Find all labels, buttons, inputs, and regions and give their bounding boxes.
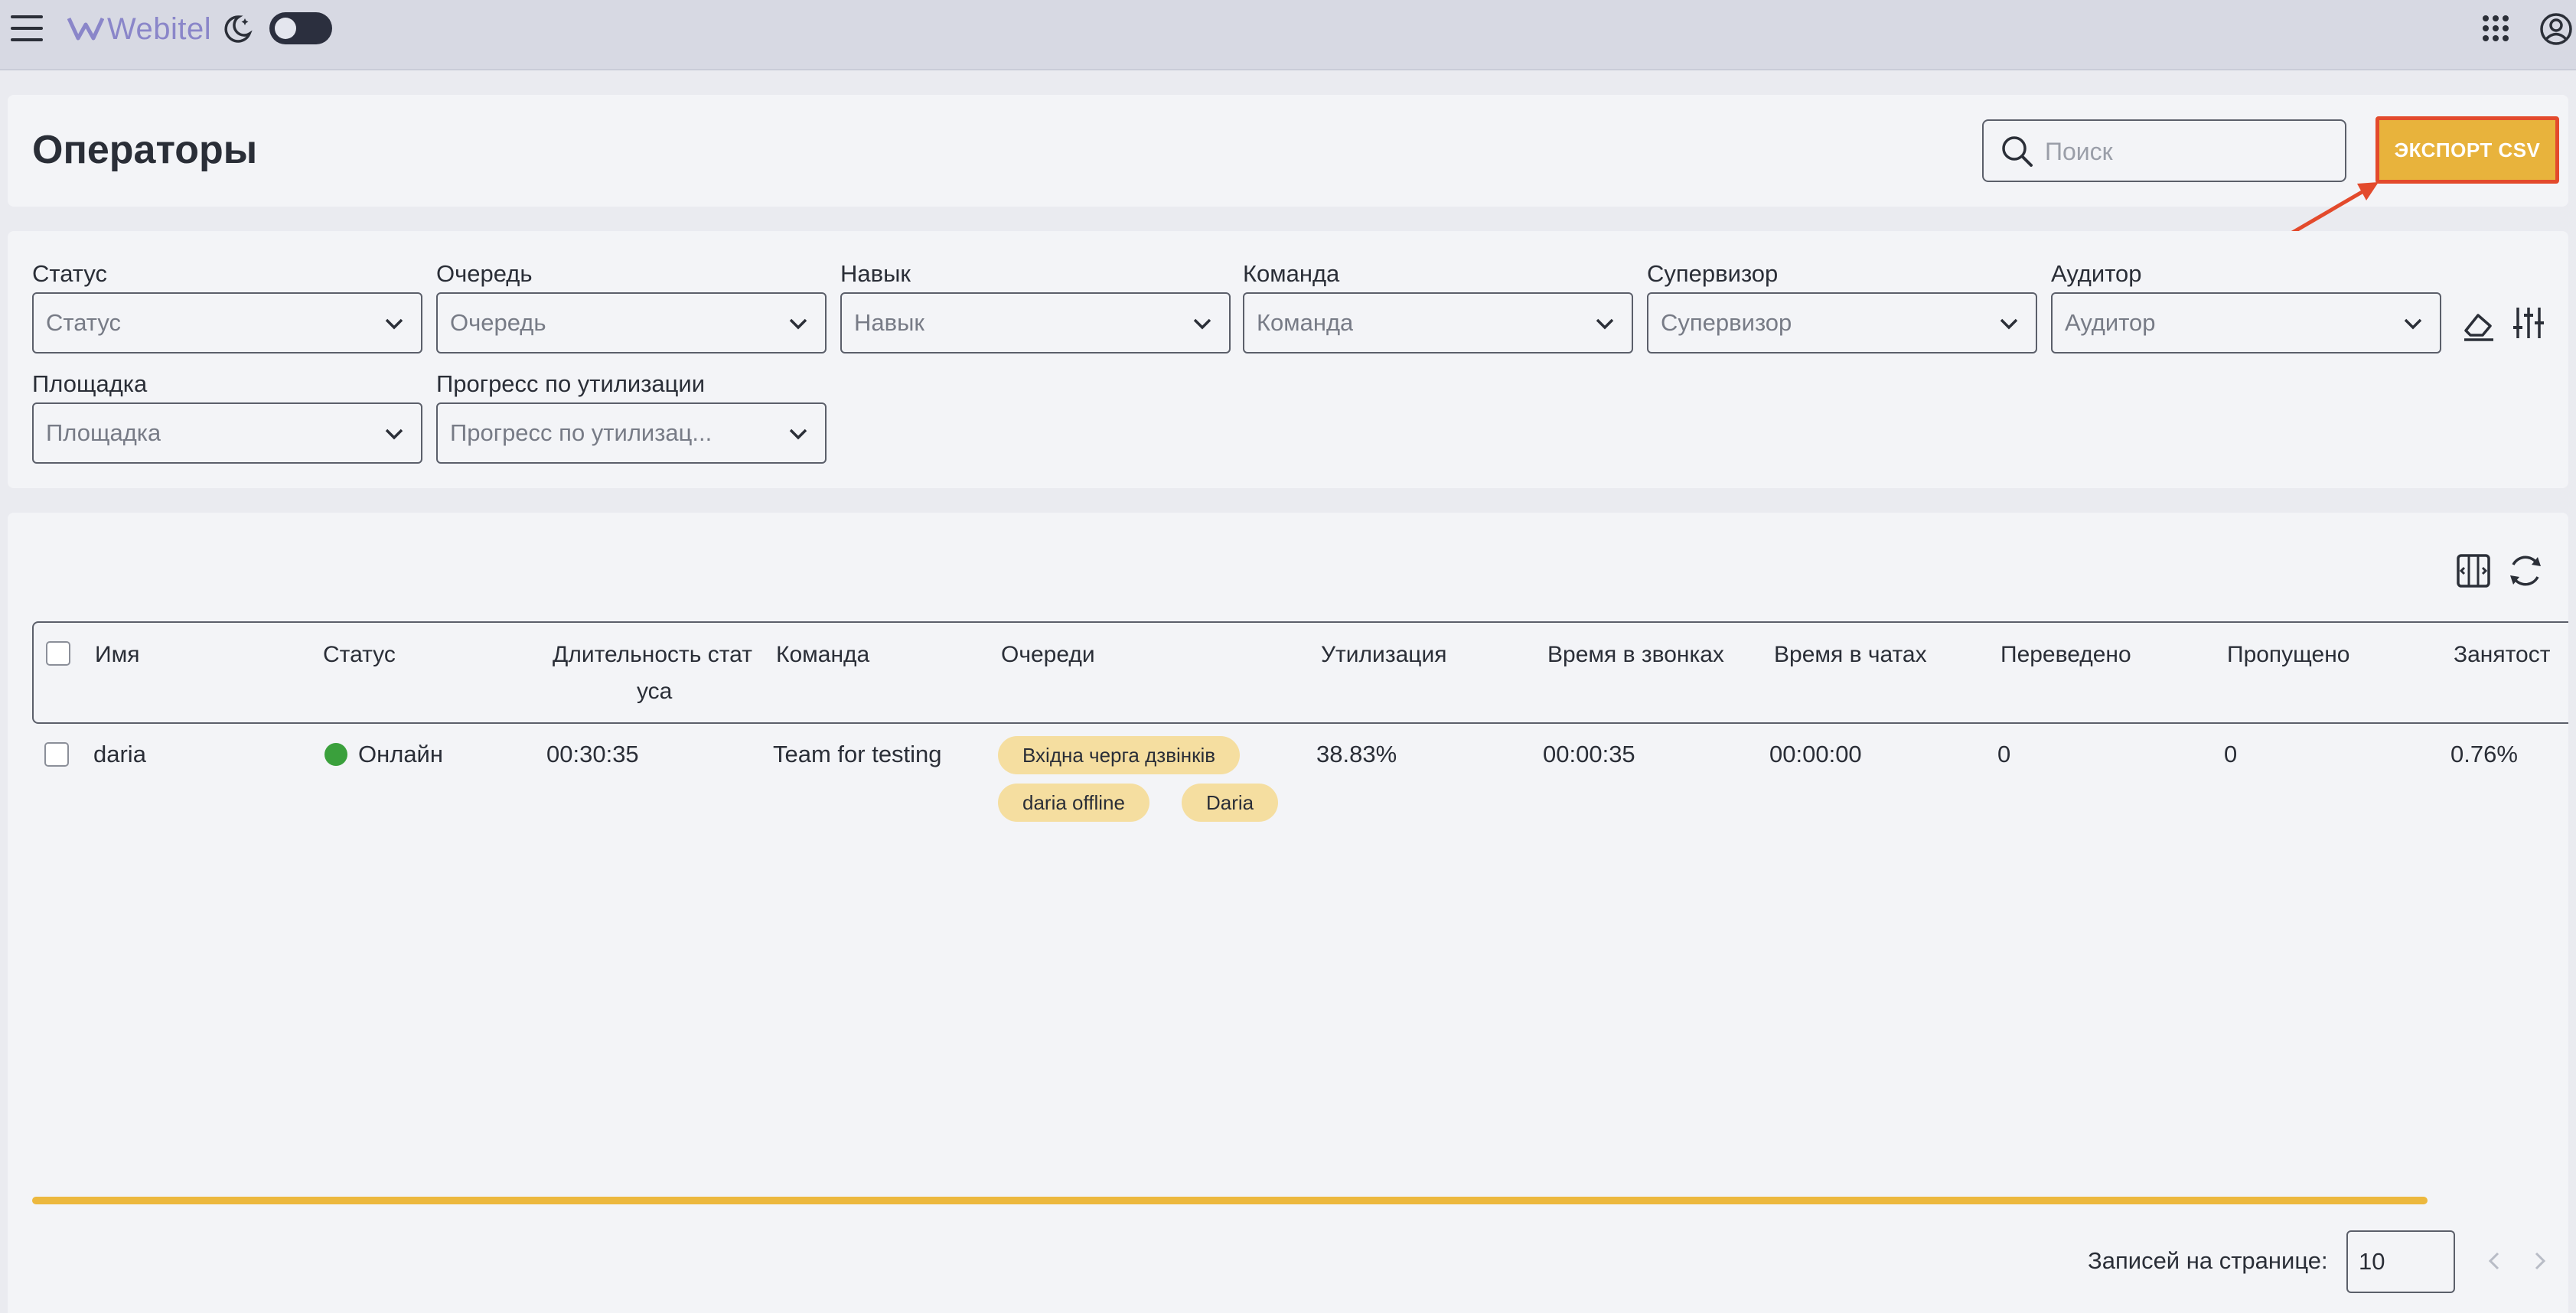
cell-missed: 0 — [2224, 741, 2238, 767]
filter-label: Статус — [32, 260, 107, 287]
filter-queue-select[interactable]: Очередь — [436, 292, 827, 354]
filter-site-select[interactable]: Площадка — [32, 402, 422, 464]
filter-auditor: Аудитор Аудитор — [2051, 257, 2441, 354]
column-header-transferred[interactable]: Переведено — [2000, 637, 2131, 673]
filter-placeholder: Площадка — [46, 419, 161, 446]
filter-label: Прогресс по утилизации — [436, 370, 706, 397]
apps-grid-icon[interactable] — [2483, 15, 2509, 41]
filter-utilization-progress: Прогресс по утилизации Прогресс по утили… — [436, 367, 827, 464]
filter-status-select[interactable]: Статус — [32, 292, 422, 354]
table-header: Имя Статус Длительность стат уса Команда… — [32, 621, 2568, 724]
column-header-occupancy[interactable]: Занятост — [2454, 637, 2550, 673]
chevron-down-icon — [1193, 318, 1211, 330]
cell-status: Онлайн — [324, 736, 443, 773]
eraser-icon[interactable] — [2461, 308, 2496, 343]
refresh-icon[interactable] — [2506, 551, 2545, 591]
filter-placeholder: Навык — [854, 309, 924, 336]
column-settings-icon[interactable] — [2455, 552, 2492, 589]
filter-label: Площадка — [32, 370, 148, 397]
filter-label: Супервизор — [1647, 260, 1779, 287]
app-logo[interactable]: Webitel — [67, 11, 211, 47]
filter-placeholder: Статус — [46, 309, 121, 336]
filter-placeholder: Команда — [1257, 309, 1354, 336]
filter-placeholder: Очередь — [450, 309, 546, 336]
column-header-missed[interactable]: Пропущено — [2227, 637, 2349, 673]
export-csv-button[interactable]: ЭКСПОРТ CSV — [2375, 116, 2559, 184]
filter-utilization-select[interactable]: Прогресс по утилизац... — [436, 402, 827, 464]
search-box[interactable] — [1982, 119, 2346, 182]
filter-skill: Навык Навык — [840, 257, 1231, 354]
filters-panel: Статус Статус Очередь Очередь Навык Навы… — [8, 231, 2568, 488]
select-all-checkbox[interactable] — [46, 641, 70, 666]
page-title: Операторы — [32, 128, 258, 172]
filter-label: Аудитор — [2051, 260, 2142, 287]
cell-status-duration: 00:30:35 — [546, 741, 639, 767]
row-checkbox[interactable] — [44, 742, 69, 767]
column-header-name[interactable]: Имя — [95, 637, 139, 673]
webitel-logo-icon — [67, 17, 104, 41]
sliders-icon[interactable] — [2512, 305, 2545, 341]
chevron-left-icon[interactable] — [2481, 1247, 2509, 1275]
moon-icon — [224, 15, 253, 43]
column-header-text: Длительность стат — [553, 642, 752, 667]
filter-auditor-select[interactable]: Аудитор — [2051, 292, 2441, 354]
column-header-queues[interactable]: Очереди — [1001, 637, 1095, 673]
filter-placeholder: Прогресс по утилизац... — [450, 419, 712, 446]
table-panel: Имя Статус Длительность стат уса Команда… — [8, 513, 2568, 1313]
queue-chip: Daria — [1182, 784, 1279, 822]
rows-per-page-input[interactable] — [2346, 1230, 2455, 1293]
filter-skill-select[interactable]: Навык — [840, 292, 1231, 354]
filter-queue: Очередь Очередь — [436, 257, 827, 354]
chevron-down-icon — [385, 318, 403, 330]
filter-label: Навык — [840, 260, 911, 287]
chevron-down-icon — [789, 318, 807, 330]
column-header-chat-time[interactable]: Время в чатах — [1774, 637, 1927, 673]
cell-utilization: 38.83% — [1316, 741, 1397, 767]
filter-placeholder: Супервизор — [1661, 309, 1792, 336]
chevron-down-icon — [789, 428, 807, 440]
filter-placeholder: Аудитор — [2065, 309, 2156, 336]
status-online-dot — [324, 743, 347, 766]
search-icon — [2002, 136, 2033, 167]
filter-team: Команда Команда — [1243, 257, 1633, 354]
account-icon[interactable] — [2539, 12, 2573, 46]
cell-chat-time: 00:00:00 — [1769, 741, 1862, 767]
chevron-right-icon[interactable] — [2525, 1247, 2553, 1275]
column-header-team[interactable]: Команда — [776, 637, 869, 673]
cell-transferred: 0 — [1997, 741, 2011, 767]
column-header-call-time[interactable]: Время в звонках — [1547, 637, 1724, 673]
queue-chip: daria offline — [998, 784, 1149, 822]
chevron-down-icon — [1596, 318, 1614, 330]
cell-name[interactable]: daria — [93, 736, 146, 773]
status-text: Онлайн — [358, 741, 443, 767]
chevron-down-icon — [2404, 318, 2422, 330]
filter-site: Площадка Площадка — [32, 367, 422, 464]
toggle-knob — [275, 18, 296, 39]
column-header-utilization[interactable]: Утилизация — [1321, 637, 1446, 673]
search-input[interactable] — [2045, 132, 2328, 171]
filter-label: Команда — [1243, 260, 1340, 287]
menu-icon[interactable] — [11, 15, 43, 41]
filter-supervisor-select[interactable]: Супервизор — [1647, 292, 2037, 354]
filter-team-select[interactable]: Команда — [1243, 292, 1633, 354]
cell-team: Team for testing — [773, 741, 942, 767]
rows-per-page-label: Записей на странице: — [2088, 1247, 2328, 1274]
column-header-text: уса — [637, 679, 673, 704]
column-header-status[interactable]: Статус — [323, 637, 396, 673]
top-bar: Webitel — [0, 0, 2576, 70]
queue-chip: Вхідна черга дзвінків — [998, 736, 1241, 774]
horizontal-scrollbar[interactable] — [32, 1197, 2428, 1204]
cell-occupancy: 0.76% — [2450, 741, 2518, 767]
chevron-down-icon — [2000, 318, 2018, 330]
app-brand: Webitel — [107, 11, 212, 46]
header-panel: Операторы ЭКСПОРТ CSV — [8, 95, 2568, 207]
theme-toggle[interactable] — [269, 12, 332, 44]
filter-label: Очередь — [436, 260, 533, 287]
chevron-down-icon — [385, 428, 403, 440]
filter-supervisor: Супервизор Супервизор — [1647, 257, 2037, 354]
column-header-status-duration[interactable]: Длительность стат уса — [553, 637, 752, 710]
filter-status: Статус Статус — [32, 257, 422, 354]
cell-call-time: 00:00:35 — [1543, 741, 1635, 767]
